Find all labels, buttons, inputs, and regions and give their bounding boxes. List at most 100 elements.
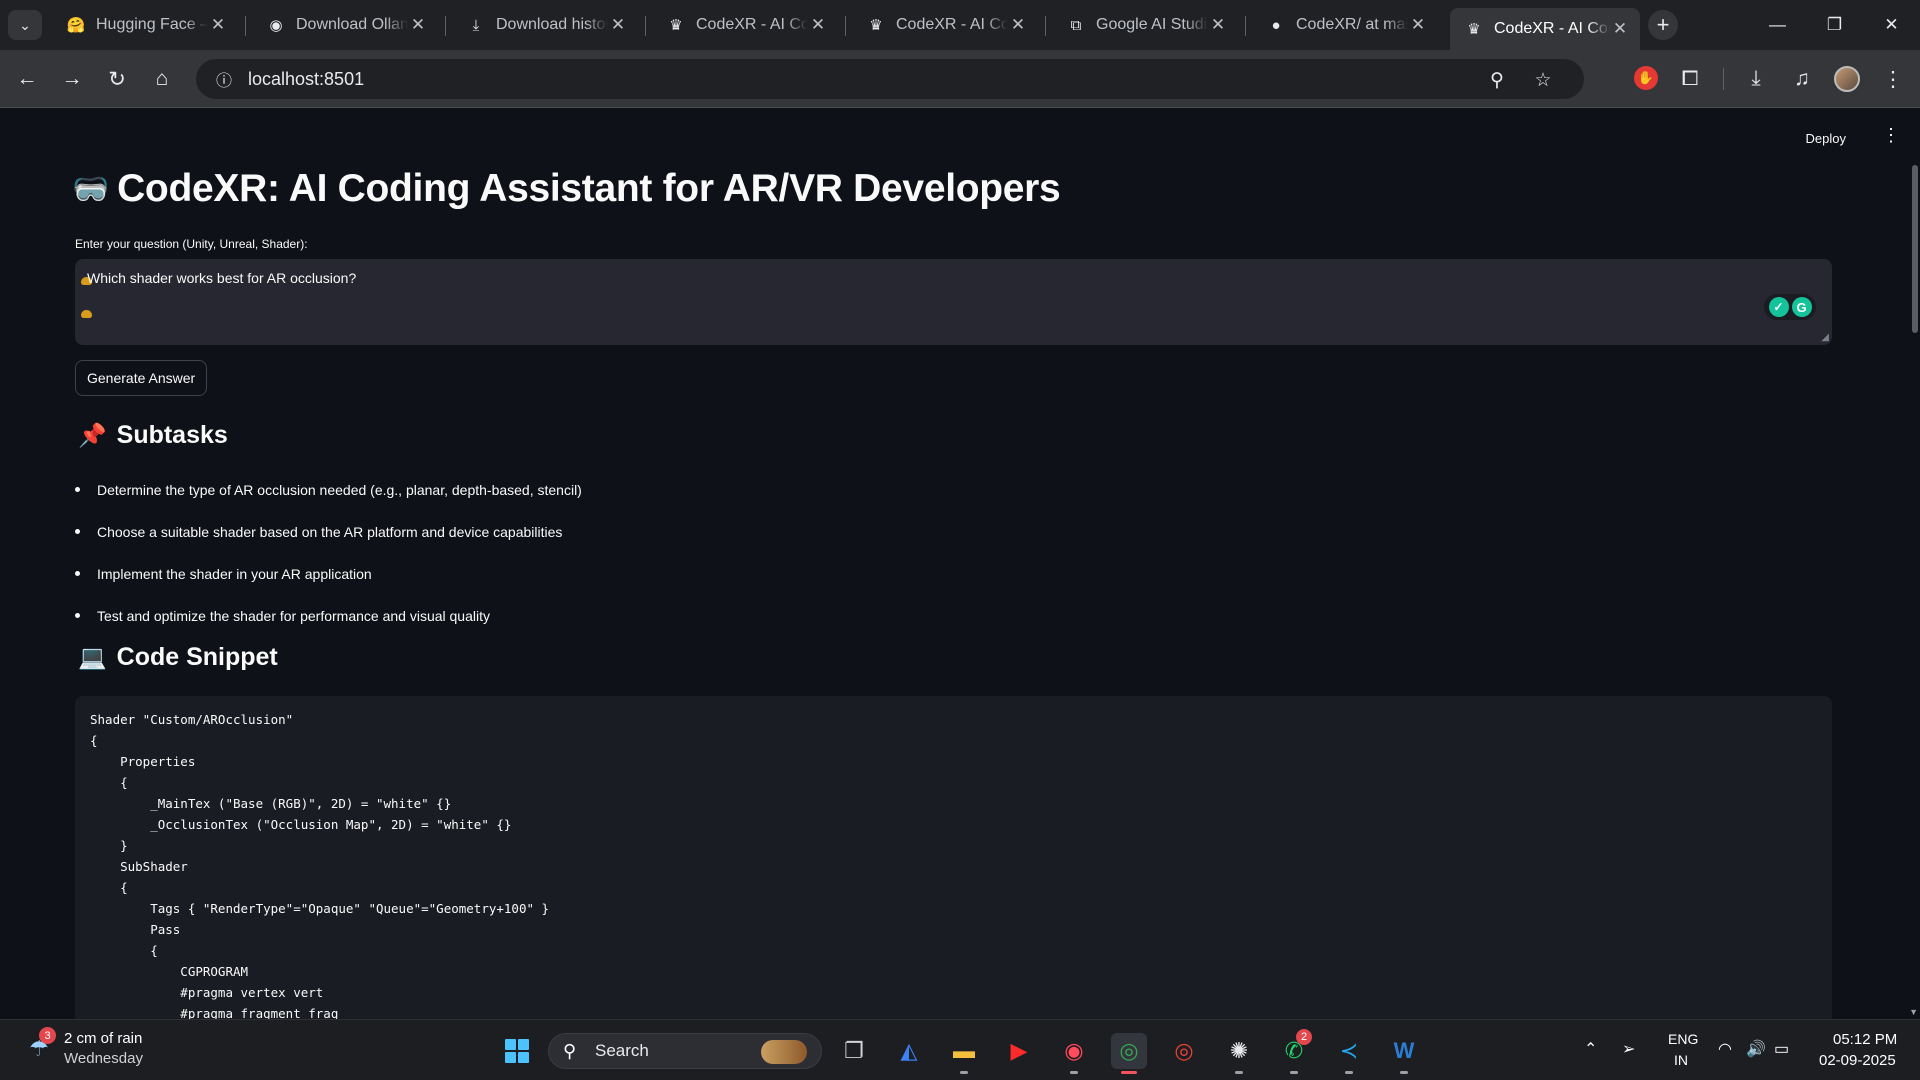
tab-separator: [1045, 16, 1046, 36]
wifi-icon[interactable]: ◠: [1718, 1039, 1732, 1059]
browser-tab[interactable]: ⧉ Google AI Studi ✕: [1052, 8, 1238, 42]
bookmark-star-icon[interactable]: ☆: [1530, 67, 1556, 93]
scrollbar-thumb[interactable]: [1912, 165, 1918, 333]
close-window-button[interactable]: ✕: [1863, 0, 1920, 50]
youtube-music-icon[interactable]: ◉: [1056, 1033, 1092, 1069]
assistant-icon[interactable]: ✓: [1768, 297, 1789, 317]
page-scrollbar[interactable]: ▼: [1909, 109, 1920, 1019]
restore-button[interactable]: ❐: [1806, 0, 1863, 50]
running-indicator: [1345, 1071, 1353, 1074]
code-line: Shader "Custom/AROcclusion": [90, 712, 294, 727]
tab-search-button[interactable]: ⌄: [8, 10, 42, 40]
close-tab-icon[interactable]: ✕: [1610, 19, 1630, 39]
home-icon: ⌂: [155, 67, 169, 90]
tab-separator: [445, 16, 446, 36]
code-line: _MainTex ("Base (RGB)", 2D) = "white" {}: [90, 796, 452, 811]
arrow-left-icon: ←: [16, 67, 38, 90]
list-item: Determine the type of AR occlusion neede…: [75, 479, 1775, 521]
browser-menu-icon[interactable]: ⋮: [1876, 62, 1910, 96]
stock-app-icon[interactable]: ◭: [891, 1033, 927, 1069]
forward-button[interactable]: →: [55, 62, 89, 96]
minimize-icon: —: [1769, 15, 1786, 34]
browser-tab[interactable]: ♛ CodeXR - AI Cod ✕: [652, 8, 838, 42]
subtasks-list: Determine the type of AR occlusion neede…: [75, 479, 1775, 647]
address-bar[interactable]: ⓘ localhost:8501 ⚲ ☆: [196, 59, 1584, 99]
browser-tab[interactable]: ◉ Download Ollam ✕: [252, 8, 438, 42]
code-line: SubShader: [90, 859, 188, 874]
code-line: #pragma fragment frag: [90, 1006, 339, 1019]
battery-icon[interactable]: ▭: [1774, 1039, 1789, 1059]
plus-icon: +: [1656, 12, 1670, 37]
extensions-puzzle-icon[interactable]: ⧠: [1673, 62, 1707, 96]
chatgpt-icon[interactable]: ✺: [1221, 1033, 1257, 1069]
generate-answer-button[interactable]: Generate Answer: [75, 360, 208, 396]
deploy-button[interactable]: Deploy: [1800, 127, 1852, 150]
weather-text[interactable]: 2 cm of rain: [64, 1030, 142, 1047]
question-label: Enter your question (Unity, Unreal, Shad…: [75, 237, 308, 251]
streamlit-crown-icon: ♛: [669, 17, 683, 34]
zoom-icon[interactable]: ⚲: [1484, 67, 1510, 93]
code-line: #pragma vertex vert: [90, 985, 324, 1000]
language-indicator[interactable]: ENG: [1668, 1031, 1698, 1047]
taskbar-search[interactable]: ⚲ Search: [548, 1033, 822, 1069]
grammarly-icon[interactable]: G: [1791, 297, 1812, 317]
list-item: Choose a suitable shader based on the AR…: [75, 521, 1775, 563]
media-control-icon[interactable]: ♫: [1785, 62, 1819, 96]
chrome-profile-icon[interactable]: ◎: [1166, 1033, 1202, 1069]
streamlit-crown-icon: ♛: [869, 17, 883, 34]
browser-tab[interactable]: ● CodeXR/ at main ✕: [1252, 8, 1438, 42]
word-icon[interactable]: W: [1386, 1033, 1422, 1069]
running-indicator: [1400, 1071, 1408, 1074]
grammarly-widget[interactable]: ✓ G: [1764, 294, 1816, 320]
task-view-icon[interactable]: ❐: [836, 1033, 872, 1069]
volume-icon[interactable]: 🔊: [1746, 1039, 1766, 1059]
home-button[interactable]: ⌂: [145, 62, 179, 96]
language-region[interactable]: IN: [1674, 1052, 1688, 1068]
subtasks-heading: 📌 Subtasks: [78, 421, 228, 450]
code-line: {: [90, 880, 128, 895]
download-icon: ⤓: [472, 16, 480, 34]
url-text[interactable]: localhost:8501: [248, 69, 364, 90]
close-tab-icon[interactable]: ✕: [208, 15, 228, 35]
windows-start-icon[interactable]: [505, 1039, 529, 1063]
close-tab-icon[interactable]: ✕: [608, 15, 628, 35]
profile-avatar[interactable]: [1834, 66, 1860, 92]
pushpin-icon: 📌: [78, 422, 107, 448]
weather-day[interactable]: Wednesday: [64, 1050, 143, 1067]
site-info-icon[interactable]: ⓘ: [204, 67, 244, 91]
main-menu-icon[interactable]: ⋮: [1882, 126, 1900, 144]
youtube-icon[interactable]: ▶: [1001, 1033, 1037, 1069]
scroll-down-arrow-icon[interactable]: ▼: [1909, 1007, 1918, 1017]
close-tab-icon[interactable]: ✕: [808, 15, 828, 35]
tray-overflow-chevron-icon[interactable]: ⌃: [1584, 1039, 1597, 1059]
clock-date[interactable]: 02-09-2025: [1819, 1052, 1896, 1069]
browser-tab-active[interactable]: ♛ CodeXR - AI Cod ✕: [1450, 8, 1640, 50]
browser-tab[interactable]: ⤓ Download histor ✕: [452, 8, 638, 42]
close-tab-icon[interactable]: ✕: [408, 15, 428, 35]
new-tab-button[interactable]: +: [1648, 10, 1678, 40]
close-tab-icon[interactable]: ✕: [1008, 15, 1028, 35]
location-arrow-icon[interactable]: ➢: [1622, 1039, 1635, 1059]
code-line: Properties: [90, 754, 196, 769]
clock-time[interactable]: 05:12 PM: [1833, 1031, 1897, 1048]
question-textarea[interactable]: Which shader works best for AR occlusion…: [75, 259, 1832, 345]
close-tab-icon[interactable]: ✕: [1208, 15, 1228, 35]
extension-icon[interactable]: ✋: [1634, 66, 1658, 90]
code-block[interactable]: Shader "Custom/AROcclusion" { Properties…: [75, 696, 1832, 1019]
chevron-down-icon: ⌄: [19, 16, 31, 33]
back-button[interactable]: ←: [10, 62, 44, 96]
code-line: {: [90, 733, 98, 748]
reload-button[interactable]: ↻: [100, 62, 134, 96]
chrome-icon[interactable]: ◎: [1111, 1033, 1147, 1069]
list-item: Test and optimize the shader for perform…: [75, 605, 1775, 647]
resize-handle-icon[interactable]: ◢: [1821, 332, 1829, 343]
tab-separator: [845, 16, 846, 36]
browser-tab[interactable]: ♛ CodeXR - AI Cod ✕: [852, 8, 1038, 42]
browser-tab[interactable]: 🤗 Hugging Face – T ✕: [52, 8, 238, 42]
file-explorer-icon[interactable]: ▬: [946, 1033, 982, 1069]
downloads-icon[interactable]: ⤓: [1739, 62, 1773, 96]
question-text[interactable]: Which shader works best for AR occlusion…: [87, 270, 356, 286]
minimize-button[interactable]: —: [1749, 0, 1806, 50]
vscode-icon[interactable]: ≺: [1331, 1033, 1367, 1069]
close-tab-icon[interactable]: ✕: [1408, 15, 1428, 35]
